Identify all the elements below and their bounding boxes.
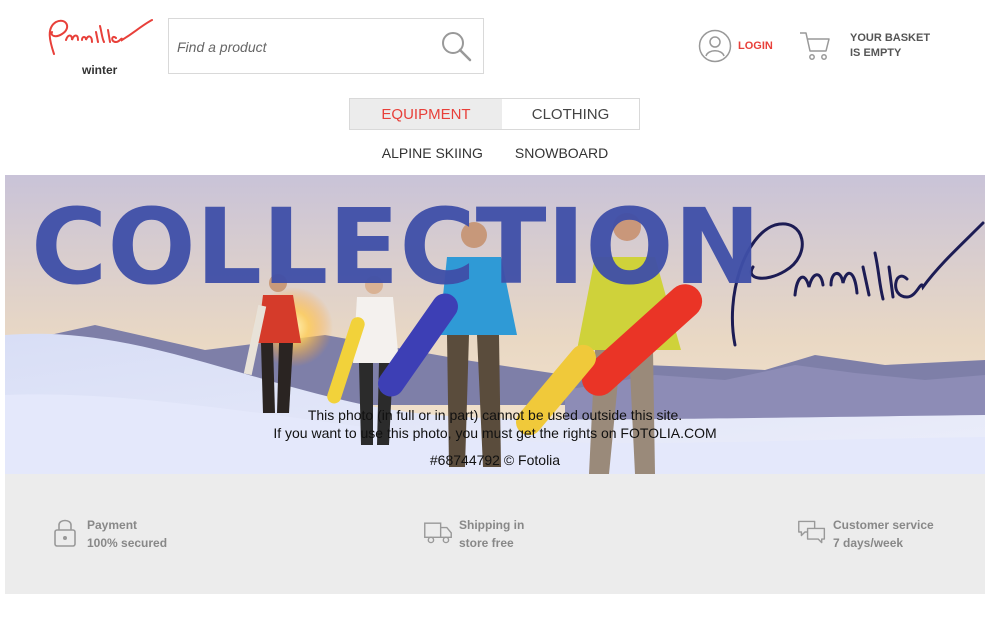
feature-customer-line1: Customer service xyxy=(833,518,934,532)
search-box xyxy=(168,18,484,74)
watermark-line2: If you want to use this photo, you must … xyxy=(273,425,717,441)
feature-shipping: Shipping in store free xyxy=(423,516,524,552)
feature-payment-line1: Payment xyxy=(87,518,138,532)
truck-icon xyxy=(424,522,452,544)
category-tabs: EQUIPMENT CLOTHING xyxy=(349,98,640,130)
subcategory-nav: ALPINE SKIING SNOWBOARD xyxy=(0,145,990,161)
tab-clothing[interactable]: CLOTHING xyxy=(502,99,639,129)
login-link[interactable]: LOGIN xyxy=(698,28,773,64)
basket-link[interactable]: YOUR BASKET IS EMPTY xyxy=(798,26,930,66)
basket-line1: YOUR BASKET xyxy=(850,32,931,44)
cart-icon xyxy=(800,32,830,60)
chat-icon xyxy=(798,520,826,544)
basket-status: YOUR BASKET IS EMPTY xyxy=(850,31,930,61)
subnav-item-snowboard[interactable]: SNOWBOARD xyxy=(515,145,608,161)
logo-subtitle: winter xyxy=(82,63,118,77)
hero-banner[interactable]: COLLECTION This photo (in full or in par… xyxy=(5,175,985,474)
search-input[interactable] xyxy=(177,35,427,59)
user-icon xyxy=(698,29,732,63)
search-button[interactable] xyxy=(439,29,475,65)
feature-payment: Payment 100% secured xyxy=(51,516,167,552)
logo-signature-icon xyxy=(48,19,153,55)
watermark-line1: This photo (in full or in part) cannot b… xyxy=(307,407,683,423)
banner-headline: COLLECTION xyxy=(31,186,761,308)
feature-payment-line2: 100% secured xyxy=(87,536,168,550)
features-strip: Payment 100% secured Shipping in store f… xyxy=(5,474,985,594)
lock-icon xyxy=(54,519,76,547)
feature-customer-service: Customer service 7 days/week xyxy=(797,516,934,552)
search-icon xyxy=(442,32,472,62)
basket-line2: IS EMPTY xyxy=(850,47,902,59)
feature-shipping-line1: Shipping in xyxy=(459,518,525,532)
brand-logo[interactable]: winter xyxy=(36,14,156,80)
subnav-item-alpine-skiing[interactable]: ALPINE SKIING xyxy=(382,145,483,161)
feature-shipping-line2: store free xyxy=(459,536,514,550)
tab-equipment[interactable]: EQUIPMENT xyxy=(350,99,502,129)
feature-customer-line2: 7 days/week xyxy=(833,536,904,550)
login-label: LOGIN xyxy=(738,40,773,52)
watermark-id: #68744792 © Fotolia xyxy=(429,452,561,468)
